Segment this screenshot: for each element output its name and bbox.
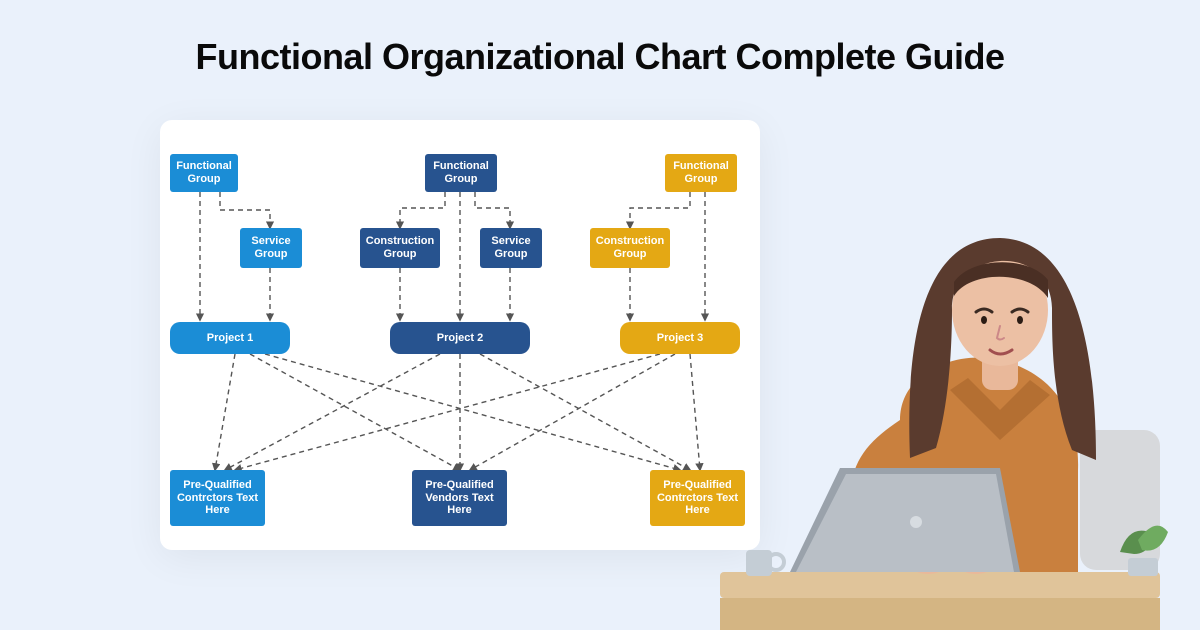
col2-bottom: Pre-Qualified Vendors Text Here <box>412 470 507 526</box>
org-chart-card: Functional Group Service Group Project 1… <box>160 120 760 550</box>
col1-bottom: Pre-Qualified Contrctors Text Here <box>170 470 265 526</box>
col1-functional-group: Functional Group <box>170 154 238 192</box>
col2-construction-group: Construction Group <box>360 228 440 268</box>
col3-construction-group: Construction Group <box>590 228 670 268</box>
col1-service-group: Service Group <box>240 228 302 268</box>
col1-project: Project 1 <box>170 322 290 354</box>
page-title: Functional Organizational Chart Complete… <box>0 36 1200 78</box>
col2-functional-group: Functional Group <box>425 154 497 192</box>
col3-functional-group: Functional Group <box>665 154 737 192</box>
col2-service-group: Service Group <box>480 228 542 268</box>
col2-project: Project 2 <box>390 322 530 354</box>
hero-illustration <box>700 200 1180 630</box>
